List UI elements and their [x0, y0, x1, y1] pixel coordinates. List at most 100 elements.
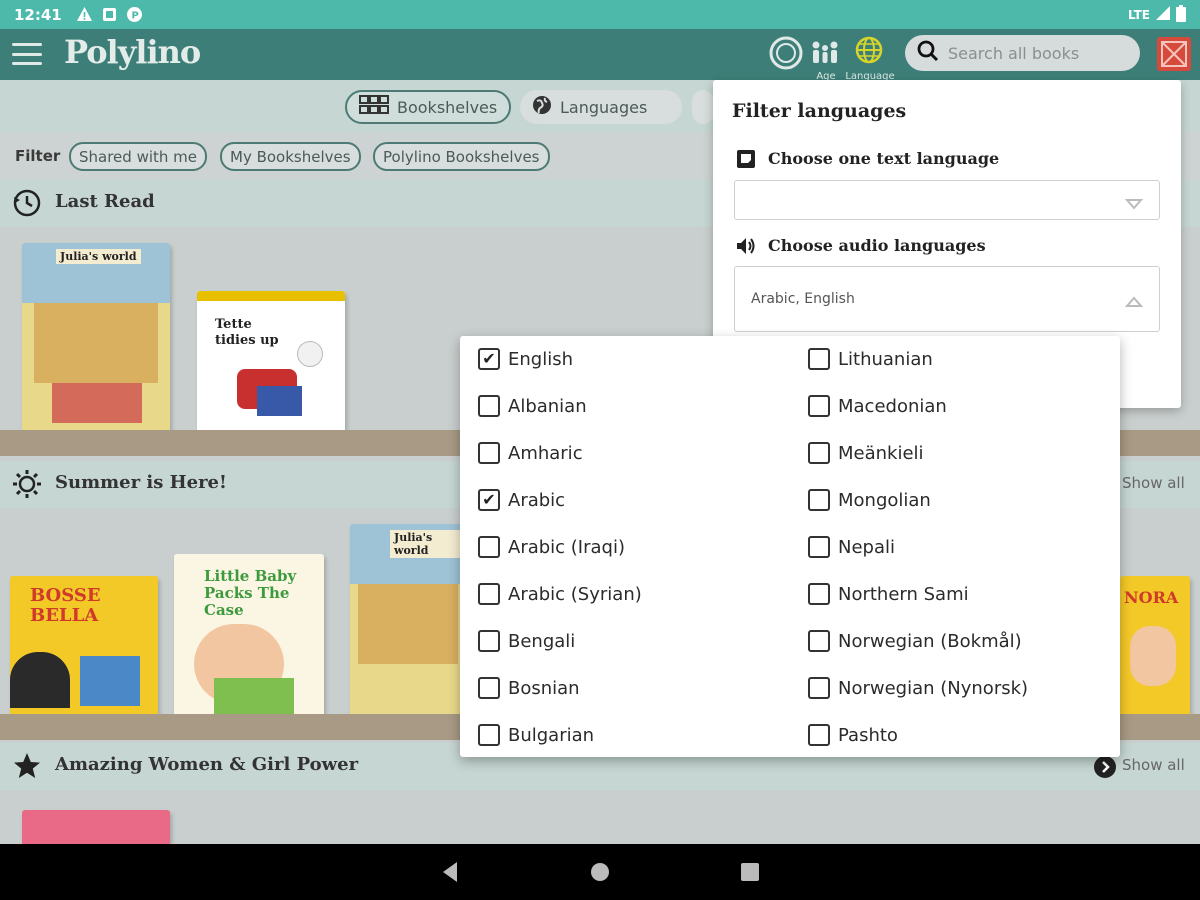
- recents-icon[interactable]: [740, 862, 760, 886]
- option-label: Meänkieli: [838, 442, 924, 464]
- language-option[interactable]: ✔ Arabic: [478, 480, 565, 520]
- language-option[interactable]: Arabic (Syrian): [478, 574, 642, 614]
- option-label: Norwegian (Nynorsk): [838, 677, 1029, 699]
- text-language-icon: [735, 148, 757, 170]
- book-nora[interactable]: NORA: [1120, 576, 1190, 724]
- language-option[interactable]: Norwegian (Bokmål): [808, 621, 1022, 661]
- section-title: Last Read: [55, 191, 155, 212]
- age-filter-button[interactable]: Age: [808, 35, 844, 82]
- checkbox[interactable]: [478, 583, 500, 605]
- checkbox[interactable]: [808, 395, 830, 417]
- chip-shared-with-me[interactable]: Shared with me: [69, 142, 208, 171]
- language-filter-button[interactable]: Language: [845, 35, 895, 82]
- app-logo[interactable]: Polylino: [64, 33, 201, 71]
- tab-languages[interactable]: Languages: [520, 90, 682, 124]
- show-all-link[interactable]: Show all: [1122, 474, 1185, 492]
- checkbox[interactable]: [808, 489, 830, 511]
- checkbox[interactable]: [478, 630, 500, 652]
- language-option[interactable]: Amharic: [478, 433, 583, 473]
- language-option[interactable]: Norwegian (Nynorsk): [808, 668, 1028, 708]
- back-icon[interactable]: [440, 860, 460, 888]
- checkbox[interactable]: [808, 630, 830, 652]
- book-julias-world-2[interactable]: Julia's world: [350, 524, 462, 724]
- home-icon[interactable]: [590, 862, 610, 886]
- checkbox[interactable]: [808, 724, 830, 746]
- search-placeholder: Search all books: [948, 43, 1080, 63]
- globe-icon: [855, 36, 883, 64]
- language-option[interactable]: ✔ English: [478, 339, 573, 379]
- warning-icon: [76, 6, 93, 23]
- menu-icon[interactable]: [12, 41, 42, 67]
- checkbox[interactable]: [478, 536, 500, 558]
- language-option[interactable]: Nepali: [808, 527, 895, 567]
- option-label: Macedonian: [838, 395, 947, 417]
- text-language-label: Choose one text language: [768, 149, 1000, 168]
- checkbox-checked[interactable]: ✔: [478, 348, 500, 370]
- language-option[interactable]: Meänkieli: [808, 433, 924, 473]
- svg-text:P: P: [131, 11, 138, 22]
- language-option[interactable]: Northern Sami: [808, 574, 969, 614]
- book-julias-world[interactable]: Julia's world: [22, 243, 170, 439]
- app-bar: Polylino Age Language Search all books: [0, 29, 1200, 82]
- audio-language-label: Choose audio languages: [768, 236, 986, 255]
- section-title: Amazing Women & Girl Power: [55, 754, 359, 775]
- smiley-icon[interactable]: [768, 35, 804, 75]
- option-label: Northern Sami: [838, 583, 969, 605]
- language-option[interactable]: Bosnian: [478, 668, 580, 708]
- checkbox[interactable]: [808, 677, 830, 699]
- chevron-right-icon[interactable]: [1094, 756, 1116, 778]
- option-label: Bulgarian: [508, 724, 595, 746]
- book-title: Julia's world: [390, 530, 462, 558]
- checkbox[interactable]: [478, 724, 500, 746]
- filter-label: Filter: [15, 147, 61, 165]
- checkbox[interactable]: [478, 395, 500, 417]
- grid-icon: [359, 95, 389, 119]
- language-option[interactable]: Arabic (Iraqi): [478, 527, 625, 567]
- option-label: Lithuanian: [838, 348, 933, 370]
- chevron-up-icon: [1124, 293, 1144, 307]
- speaker-icon: [735, 235, 757, 257]
- audio-language-select[interactable]: Arabic, English: [734, 266, 1160, 332]
- sun-icon: [12, 469, 42, 499]
- checkbox[interactable]: [808, 536, 830, 558]
- book-little-baby[interactable]: Little Baby Packs The Case: [174, 554, 324, 724]
- chip-my-bookshelves[interactable]: My Bookshelves: [220, 142, 361, 171]
- option-label: Bengali: [508, 630, 576, 652]
- tab-partial[interactable]: [692, 90, 714, 124]
- text-language-select[interactable]: [734, 180, 1160, 220]
- status-bar: 12:41 P LTE: [0, 0, 1200, 29]
- book-tette-tidies-up[interactable]: Tette tidies up: [197, 291, 345, 441]
- checkbox[interactable]: [808, 583, 830, 605]
- signal-icon: [1156, 6, 1170, 23]
- book-bosse-bella[interactable]: BOSSE BELLA: [10, 576, 158, 724]
- book-title: Julia's world: [56, 249, 141, 264]
- checkbox[interactable]: [808, 442, 830, 464]
- option-label: Mongolian: [838, 489, 931, 511]
- option-label: Arabic (Syrian): [508, 583, 642, 605]
- language-option[interactable]: Pashto: [808, 715, 898, 755]
- option-label: Bosnian: [508, 677, 580, 699]
- tab-bookshelves[interactable]: Bookshelves: [345, 90, 512, 124]
- option-label: English: [508, 348, 573, 370]
- language-option[interactable]: Macedonian: [808, 386, 947, 426]
- network-label: LTE: [1127, 7, 1150, 22]
- checkbox[interactable]: [478, 442, 500, 464]
- language-option[interactable]: Mongolian: [808, 480, 931, 520]
- search-input[interactable]: Search all books: [905, 35, 1140, 71]
- tab-languages-label: Languages: [560, 97, 648, 117]
- chip-polylino-bookshelves[interactable]: Polylino Bookshelves: [373, 142, 550, 171]
- language-option[interactable]: Bulgarian: [478, 715, 594, 755]
- checkbox[interactable]: [478, 677, 500, 699]
- language-option[interactable]: Bengali: [478, 621, 575, 661]
- age-icon: [812, 41, 838, 63]
- book-title: NORA: [1124, 588, 1179, 607]
- show-all-link[interactable]: Show all: [1122, 756, 1185, 774]
- checkbox-checked[interactable]: ✔: [478, 489, 500, 511]
- profile-icon[interactable]: [1157, 37, 1191, 71]
- checkbox[interactable]: [808, 348, 830, 370]
- audio-language-dropdown: ✔ English Albanian Amharic ✔ Arabic Arabic…: [460, 336, 1120, 757]
- option-label: Amharic: [508, 442, 583, 464]
- search-icon: [917, 40, 939, 66]
- language-option[interactable]: Lithuanian: [808, 339, 933, 379]
- language-option[interactable]: Albanian: [478, 386, 587, 426]
